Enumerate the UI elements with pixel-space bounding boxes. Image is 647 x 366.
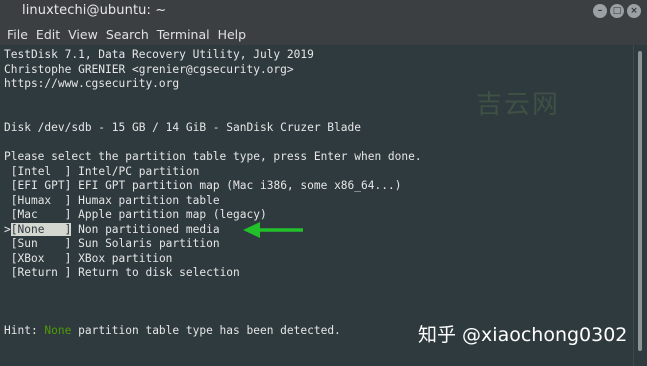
menu-view[interactable]: View	[65, 27, 103, 42]
menu-help[interactable]: Help	[215, 27, 252, 42]
scrollbar[interactable]	[633, 45, 647, 366]
option-row[interactable]: [Humax ] Humax partition table	[4, 194, 220, 208]
zhihu-watermark: 知乎 @xiaochong0302	[418, 324, 628, 346]
hint-highlight: None	[44, 324, 72, 337]
option-key: [Intel ]	[10, 164, 72, 178]
option-desc: XBox partition	[78, 251, 173, 265]
header-line: https://www.cgsecurity.org	[4, 77, 180, 90]
disk-info: Disk /dev/sdb - 15 GB / 14 GiB - SanDisk…	[4, 121, 361, 134]
option-desc: Sun Solaris partition	[78, 237, 220, 250]
option-key: [Sun ]	[10, 237, 72, 250]
option-row[interactable]: [Mac ] Apple partition map (legacy)	[4, 208, 267, 222]
title-bar[interactable]: linuxtechi@ubuntu: ~ – □ ×	[0, 0, 647, 25]
option-row[interactable]: [Return ] Return to disk selection	[4, 266, 240, 280]
menu-search[interactable]: Search	[103, 27, 154, 42]
header-line: Christophe GRENIER <grenier@cgsecurity.o…	[4, 62, 294, 76]
pointer-arrow-icon	[243, 222, 303, 238]
option-row[interactable]: [XBox ] XBox partition	[4, 251, 173, 266]
option-row-selected[interactable]: >[None ] Non partitioned media	[4, 222, 220, 237]
option-desc: Return to disk selection	[78, 266, 240, 279]
minimize-button[interactable]: –	[593, 4, 607, 18]
option-key: [Return ]	[10, 266, 72, 279]
terminal-window: linuxtechi@ubuntu: ~ – □ × File Edit Vie…	[0, 0, 647, 366]
option-desc: Intel/PC partition	[78, 164, 200, 178]
option-desc: EFI GPT partition map (Mac i386, some x8…	[78, 179, 402, 192]
hint-line: Hint: None partition table type has been…	[4, 324, 341, 337]
option-row[interactable]: [EFI GPT] EFI GPT partition map (Mac i38…	[4, 179, 402, 193]
option-desc: Apple partition map (legacy)	[78, 208, 267, 221]
option-key: [Humax ]	[10, 193, 72, 207]
header-line: TestDisk 7.1, Data Recovery Utility, Jul…	[4, 48, 314, 61]
option-desc: Humax partition table	[78, 193, 220, 207]
faint-watermark: 吉云网	[476, 90, 561, 120]
maximize-button[interactable]: □	[610, 4, 624, 18]
option-key: [EFI GPT]	[10, 179, 72, 192]
option-key: [None ]	[10, 222, 72, 236]
window-controls: – □ ×	[593, 4, 641, 18]
option-key: [Mac ]	[10, 208, 72, 221]
option-key: [XBox ]	[10, 251, 72, 265]
scrollbar-thumb[interactable]	[638, 51, 642, 351]
menu-file[interactable]: File	[4, 27, 33, 42]
option-row[interactable]: [Intel ] Intel/PC partition	[4, 164, 200, 179]
close-button[interactable]: ×	[627, 4, 641, 18]
menu-terminal[interactable]: Terminal	[154, 27, 215, 42]
menu-edit[interactable]: Edit	[33, 27, 65, 42]
menu-bar: File Edit View Search Terminal Help	[0, 24, 647, 45]
option-row[interactable]: [Sun ] Sun Solaris partition	[4, 237, 220, 251]
window-title: linuxtechi@ubuntu: ~	[22, 3, 167, 18]
selection-marker: >	[4, 222, 11, 236]
option-desc: Non partitioned media	[78, 222, 220, 236]
prompt-text: Please select the partition table type, …	[4, 150, 422, 163]
